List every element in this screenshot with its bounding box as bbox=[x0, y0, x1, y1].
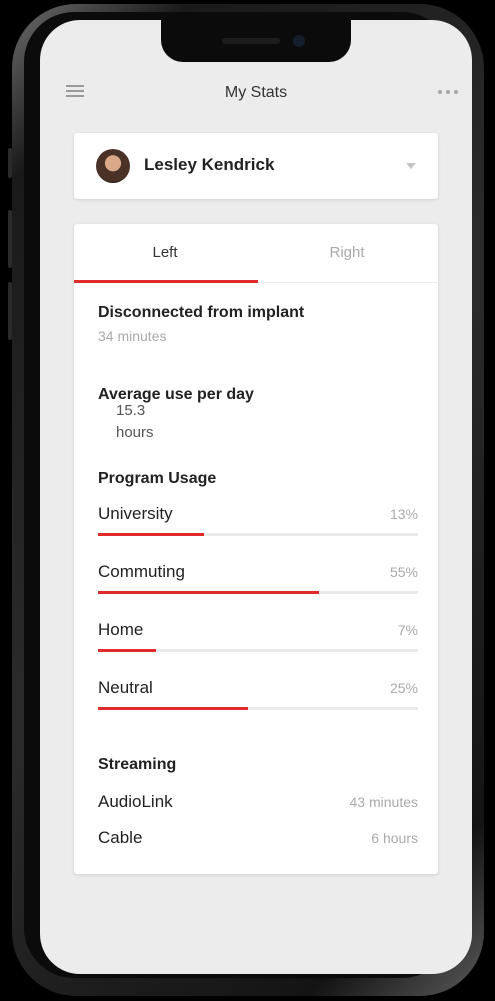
phone-frame: My Stats Lesley Kendrick Left Right Disc… bbox=[2, 0, 493, 1001]
user-selector[interactable]: Lesley Kendrick bbox=[74, 133, 438, 199]
average-use-value: 15.3 hours bbox=[116, 402, 154, 441]
program-row-university: University 13% bbox=[98, 504, 418, 548]
speaker bbox=[222, 38, 280, 44]
active-tab-indicator bbox=[74, 280, 258, 283]
user-name: Lesley Kendrick bbox=[144, 155, 275, 174]
program-percent: 7% bbox=[397, 622, 418, 638]
usage-bar-fill bbox=[98, 591, 319, 594]
side-button bbox=[8, 282, 12, 340]
tab-right[interactable]: Right bbox=[256, 244, 438, 261]
tab-left[interactable]: Left bbox=[74, 244, 256, 261]
stats-card: Left Right Disconnected from implant 34 … bbox=[74, 224, 438, 874]
usage-bar-track bbox=[98, 649, 418, 652]
screen: My Stats Lesley Kendrick Left Right Disc… bbox=[40, 20, 472, 974]
program-name: University bbox=[98, 504, 173, 523]
ear-tabs: Left Right bbox=[74, 224, 438, 283]
chevron-down-icon bbox=[406, 163, 416, 169]
usage-bar-fill bbox=[98, 533, 204, 536]
program-name: Home bbox=[98, 620, 144, 639]
program-percent: 25% bbox=[389, 680, 418, 696]
top-bar: My Stats bbox=[40, 76, 472, 116]
notch bbox=[161, 20, 351, 62]
program-usage-title: Program Usage bbox=[98, 470, 217, 487]
program-percent: 55% bbox=[389, 564, 418, 580]
side-button bbox=[8, 210, 12, 268]
page-title: My Stats bbox=[224, 84, 288, 101]
usage-bar-track bbox=[98, 591, 418, 594]
program-name: Neutral bbox=[98, 678, 153, 697]
more-options-icon[interactable] bbox=[438, 90, 458, 94]
disconnected-label: Disconnected from implant bbox=[98, 304, 305, 321]
disconnected-value: 34 minutes bbox=[98, 328, 167, 344]
streaming-name: AudioLink bbox=[98, 792, 173, 811]
streaming-value: 43 minutes bbox=[349, 794, 418, 810]
program-row-commuting: Commuting 55% bbox=[98, 562, 418, 606]
program-percent: 13% bbox=[389, 506, 418, 522]
streaming-name: Cable bbox=[98, 828, 143, 847]
usage-bar-track bbox=[98, 533, 418, 536]
program-row-home: Home 7% bbox=[98, 620, 418, 664]
streaming-title: Streaming bbox=[98, 756, 177, 773]
streaming-value: 6 hours bbox=[371, 830, 418, 846]
usage-bar-fill bbox=[98, 649, 156, 652]
usage-bar-track bbox=[98, 707, 418, 710]
usage-bar-fill bbox=[98, 707, 249, 710]
avatar bbox=[96, 149, 130, 183]
camera bbox=[293, 35, 305, 47]
program-row-neutral: Neutral 25% bbox=[98, 678, 418, 722]
program-name: Commuting bbox=[98, 562, 185, 581]
side-button bbox=[8, 148, 12, 178]
